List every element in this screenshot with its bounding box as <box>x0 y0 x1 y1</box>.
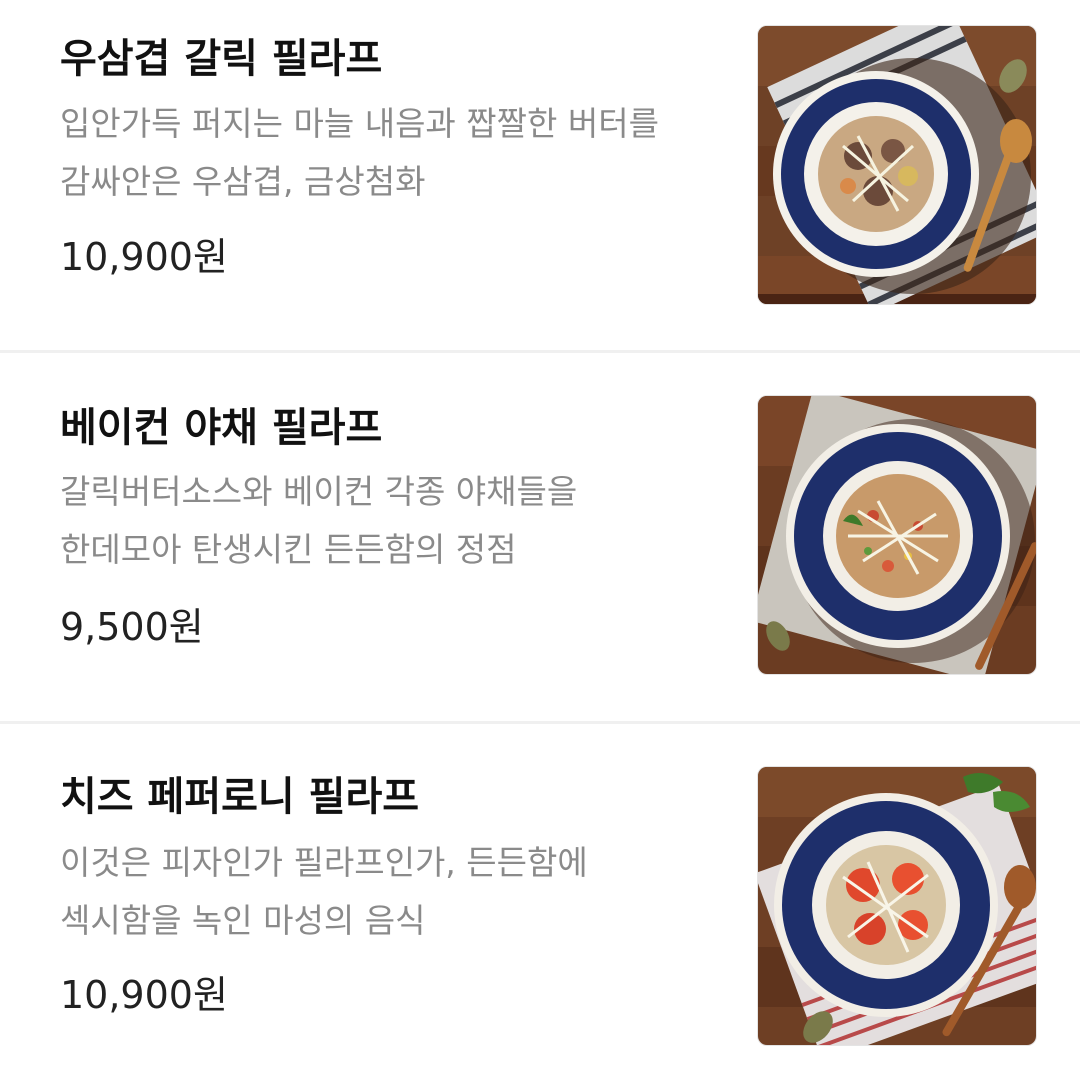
menu-item-description-line: 입안가득 퍼지는 마늘 내음과 짭짤한 버터를 <box>60 104 659 143</box>
menu-item-description-line: 섹시함을 녹인 마성의 음식 <box>60 901 426 940</box>
menu-item-price: 10,900원 <box>60 235 228 279</box>
menu-item[interactable]: 치즈 페퍼로니 필라프 이것은 피자인가 필라프인가, 든든함에 섹시함을 녹인… <box>0 724 1080 1082</box>
menu-item-description-line: 갈릭버터소스와 베이컨 각종 야채들을 <box>60 472 578 511</box>
cheese-pepperoni-pilaf-photo[interactable] <box>757 766 1037 1046</box>
menu-item-price: 9,500원 <box>60 605 204 649</box>
menu-item-price: 10,900원 <box>60 973 228 1017</box>
menu-item[interactable]: 우삼겹 갈릭 필라프 입안가득 퍼지는 마늘 내음과 짭짤한 버터를 감싸안은 … <box>0 0 1080 350</box>
menu-item-description: 입안가득 퍼지는 마늘 내음과 짭짤한 버터를 감싸안은 우삼겹, 금상첨화 <box>60 95 750 211</box>
garlic-beef-pilaf-photo[interactable] <box>757 25 1037 305</box>
menu-item-name: 베이컨 야채 필라프 <box>60 405 383 451</box>
menu-item-description: 갈릭버터소스와 베이컨 각종 야채들을 한데모아 탄생시킨 든든함의 정점 <box>60 463 750 579</box>
menu-list: 우삼겹 갈릭 필라프 입안가득 퍼지는 마늘 내음과 짭짤한 버터를 감싸안은 … <box>0 0 1080 1076</box>
menu-item-description-line: 한데모아 탄생시킨 든든함의 정점 <box>60 530 517 569</box>
menu-item-description: 이것은 피자인가 필라프인가, 든든함에 섹시함을 녹인 마성의 음식 <box>60 834 750 950</box>
menu-item-name: 우삼겹 갈릭 필라프 <box>60 36 383 82</box>
menu-item-name: 치즈 페퍼로니 필라프 <box>60 774 420 820</box>
menu-item-description-line: 감싸안은 우삼겹, 금상첨화 <box>60 162 426 201</box>
menu-item[interactable]: 베이컨 야채 필라프 갈릭버터소스와 베이컨 각종 야채들을 한데모아 탄생시킨… <box>0 353 1080 721</box>
menu-item-description-line: 이것은 피자인가 필라프인가, 든든함에 <box>60 843 588 882</box>
bacon-vegetable-pilaf-photo[interactable] <box>757 395 1037 675</box>
